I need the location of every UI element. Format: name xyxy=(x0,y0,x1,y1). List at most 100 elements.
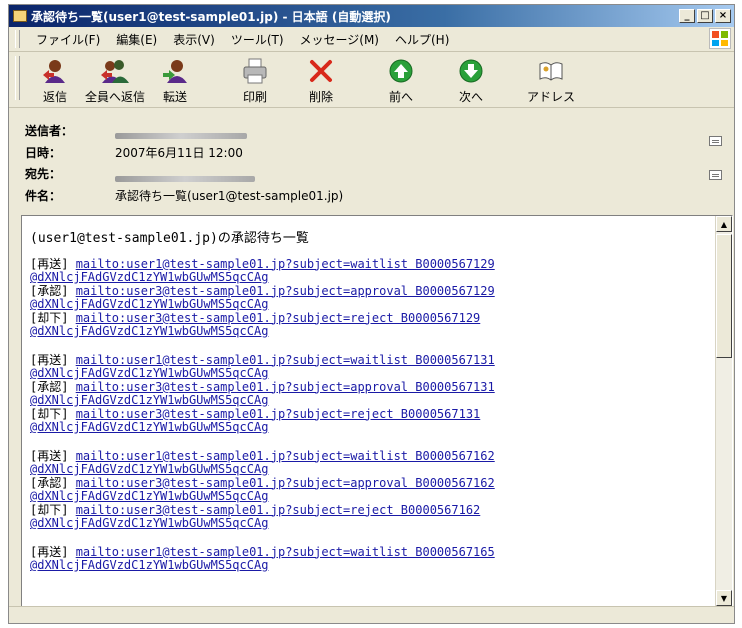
from-label: 送信者： xyxy=(25,124,74,138)
mailto-link[interactable]: mailto:user3@test-sample01.jp?subject=re… xyxy=(76,503,481,517)
mailto-link[interactable]: mailto:user3@test-sample01.jp?subject=ap… xyxy=(76,284,495,298)
entry-tag: [却下] xyxy=(30,502,69,517)
next-button[interactable]: 次へ xyxy=(442,56,500,105)
previous-icon xyxy=(386,56,416,86)
mailto-link[interactable]: mailto:user3@test-sample01.jp?subject=re… xyxy=(76,407,481,421)
reply-icon xyxy=(40,56,70,86)
scroll-thumb[interactable] xyxy=(716,234,732,358)
approval-group: [再送] mailto:user1@test-sample01.jp?subje… xyxy=(30,256,710,339)
approval-group: [再送] mailto:user1@test-sample01.jp?subje… xyxy=(30,544,710,573)
to-value-redacted xyxy=(115,175,255,182)
mailto-link[interactable]: mailto:user1@test-sample01.jp?subject=wa… xyxy=(76,257,495,271)
entry-tag: [再送] xyxy=(30,448,69,463)
approval-groups: [再送] mailto:user1@test-sample01.jp?subje… xyxy=(30,256,710,573)
entry-tag: [再送] xyxy=(30,352,69,367)
message-body-text: (user1@test-sample01.jp)の承認待ち一覧 [再送] mai… xyxy=(30,232,710,588)
mailto-link-continuation[interactable]: @dXNlcjFAdGVzdC1zYW1wbGUwMS5qcCAg xyxy=(30,366,710,381)
subject-label: 件名： xyxy=(25,189,62,203)
envelope-icon xyxy=(13,10,27,22)
entry-tag: [却下] xyxy=(30,310,69,325)
mailto-link[interactable]: mailto:user1@test-sample01.jp?subject=wa… xyxy=(76,449,495,463)
scroll-down-button[interactable]: ▼ xyxy=(716,590,732,606)
mailto-link-continuation[interactable]: @dXNlcjFAdGVzdC1zYW1wbGUwMS5qcCAg xyxy=(30,324,710,339)
approval-entry: [却下] mailto:user3@test-sample01.jp?subje… xyxy=(30,310,710,339)
entry-tag: [承認] xyxy=(30,475,69,490)
print-button[interactable]: 印刷 xyxy=(226,56,284,105)
mailto-link-continuation[interactable]: @dXNlcjFAdGVzdC1zYW1wbGUwMS5qcCAg xyxy=(30,462,710,477)
menu-edit[interactable]: 編集(E) xyxy=(108,29,165,50)
subject-value: 承認待ち一覧(user1@test-sample01.jp) xyxy=(115,189,344,203)
close-button[interactable]: × xyxy=(715,9,731,23)
expand-header-icon[interactable] xyxy=(709,136,722,146)
date-value: 2007年6月11日 12:00 xyxy=(115,146,243,160)
address-book-icon xyxy=(536,56,566,86)
delete-icon xyxy=(306,56,336,86)
entry-tag: [承認] xyxy=(30,379,69,394)
from-row: 送信者： xyxy=(25,122,247,139)
menu-file[interactable]: ファイル(F) xyxy=(28,29,108,50)
status-bar xyxy=(9,606,734,623)
mailto-link[interactable]: mailto:user3@test-sample01.jp?subject=ap… xyxy=(76,476,495,490)
entry-tag: [再送] xyxy=(30,544,69,559)
message-body[interactable]: (user1@test-sample01.jp)の承認待ち一覧 [再送] mai… xyxy=(21,215,733,607)
mailto-link-continuation[interactable]: @dXNlcjFAdGVzdC1zYW1wbGUwMS5qcCAg xyxy=(30,558,710,573)
approval-entry: [却下] mailto:user3@test-sample01.jp?subje… xyxy=(30,502,710,531)
delete-button[interactable]: 削除 xyxy=(292,56,350,105)
address-book-button[interactable]: アドレス xyxy=(522,56,580,105)
approval-group: [再送] mailto:user1@test-sample01.jp?subje… xyxy=(30,448,710,531)
forward-icon xyxy=(160,56,190,86)
scroll-up-button[interactable]: ▲ xyxy=(716,216,732,232)
entry-tag: [却下] xyxy=(30,406,69,421)
mailto-link-continuation[interactable]: @dXNlcjFAdGVzdC1zYW1wbGUwMS5qcCAg xyxy=(30,297,710,312)
approval-entry: [承認] mailto:user3@test-sample01.jp?subje… xyxy=(30,379,710,408)
entry-tag: [再送] xyxy=(30,256,69,271)
maximize-button[interactable]: □ xyxy=(697,9,713,23)
mailto-link-continuation[interactable]: @dXNlcjFAdGVzdC1zYW1wbGUwMS5qcCAg xyxy=(30,270,710,285)
vertical-scrollbar[interactable]: ▲ ▼ xyxy=(715,216,732,606)
approval-entry: [再送] mailto:user1@test-sample01.jp?subje… xyxy=(30,448,710,477)
mailto-link-continuation[interactable]: @dXNlcjFAdGVzdC1zYW1wbGUwMS5qcCAg xyxy=(30,489,710,504)
from-value-redacted xyxy=(115,132,247,139)
mailto-link[interactable]: mailto:user3@test-sample01.jp?subject=ap… xyxy=(76,380,495,394)
toolbar: 返信 全員へ返信 転送 印刷 削除 前へ 次へ アドレス xyxy=(9,52,734,108)
subject-row: 件名： 承認待ち一覧(user1@test-sample01.jp) xyxy=(25,187,343,204)
forward-button[interactable]: 転送 xyxy=(146,56,204,105)
menu-view[interactable]: 表示(V) xyxy=(165,29,223,50)
entry-tag: [承認] xyxy=(30,283,69,298)
approval-group: [再送] mailto:user1@test-sample01.jp?subje… xyxy=(30,352,710,435)
approval-entry: [却下] mailto:user3@test-sample01.jp?subje… xyxy=(30,406,710,435)
menu-tools[interactable]: ツール(T) xyxy=(223,29,292,50)
to-label: 宛先： xyxy=(25,167,62,181)
window-title: 承認待ち一覧(user1@test-sample01.jp) - 日本語 (自動… xyxy=(31,9,391,24)
windows-logo-icon xyxy=(709,28,731,49)
menu-message[interactable]: メッセージ(M) xyxy=(292,29,387,50)
approval-entry: [再送] mailto:user1@test-sample01.jp?subje… xyxy=(30,544,710,573)
reply-all-icon xyxy=(100,56,130,86)
mailto-link-continuation[interactable]: @dXNlcjFAdGVzdC1zYW1wbGUwMS5qcCAg xyxy=(30,393,710,408)
message-window: 承認待ち一覧(user1@test-sample01.jp) - 日本語 (自動… xyxy=(8,4,735,624)
menu-bar: ファイル(F) 編集(E) 表示(V) ツール(T) メッセージ(M) ヘルプ(… xyxy=(9,27,734,52)
mailto-link-continuation[interactable]: @dXNlcjFAdGVzdC1zYW1wbGUwMS5qcCAg xyxy=(30,420,710,435)
date-row: 日時： 2007年6月11日 12:00 xyxy=(25,144,243,161)
menu-help[interactable]: ヘルプ(H) xyxy=(387,29,457,50)
menu-grip[interactable] xyxy=(15,30,20,48)
minimize-button[interactable]: _ xyxy=(679,9,695,23)
expand-recipients-icon[interactable] xyxy=(709,170,722,180)
date-label: 日時： xyxy=(25,146,62,160)
previous-button[interactable]: 前へ xyxy=(372,56,430,105)
mailto-link[interactable]: mailto:user3@test-sample01.jp?subject=re… xyxy=(76,311,481,325)
reply-button[interactable]: 返信 xyxy=(26,56,84,105)
approval-entry: [承認] mailto:user3@test-sample01.jp?subje… xyxy=(30,283,710,312)
body-intro: (user1@test-sample01.jp)の承認待ち一覧 xyxy=(30,231,309,246)
mailto-link-continuation[interactable]: @dXNlcjFAdGVzdC1zYW1wbGUwMS5qcCAg xyxy=(30,516,710,531)
toolbar-grip[interactable] xyxy=(15,56,20,100)
to-row: 宛先： xyxy=(25,165,255,182)
mailto-link[interactable]: mailto:user1@test-sample01.jp?subject=wa… xyxy=(76,353,495,367)
mailto-link[interactable]: mailto:user1@test-sample01.jp?subject=wa… xyxy=(76,545,495,559)
reply-all-button[interactable]: 全員へ返信 xyxy=(85,56,145,105)
message-header: 送信者： 日時： 2007年6月11日 12:00 宛先： 件名： 承認待ち一覧… xyxy=(9,108,734,215)
approval-entry: [再送] mailto:user1@test-sample01.jp?subje… xyxy=(30,352,710,381)
print-icon xyxy=(240,56,270,86)
next-icon xyxy=(456,56,486,86)
title-bar[interactable]: 承認待ち一覧(user1@test-sample01.jp) - 日本語 (自動… xyxy=(9,5,734,27)
